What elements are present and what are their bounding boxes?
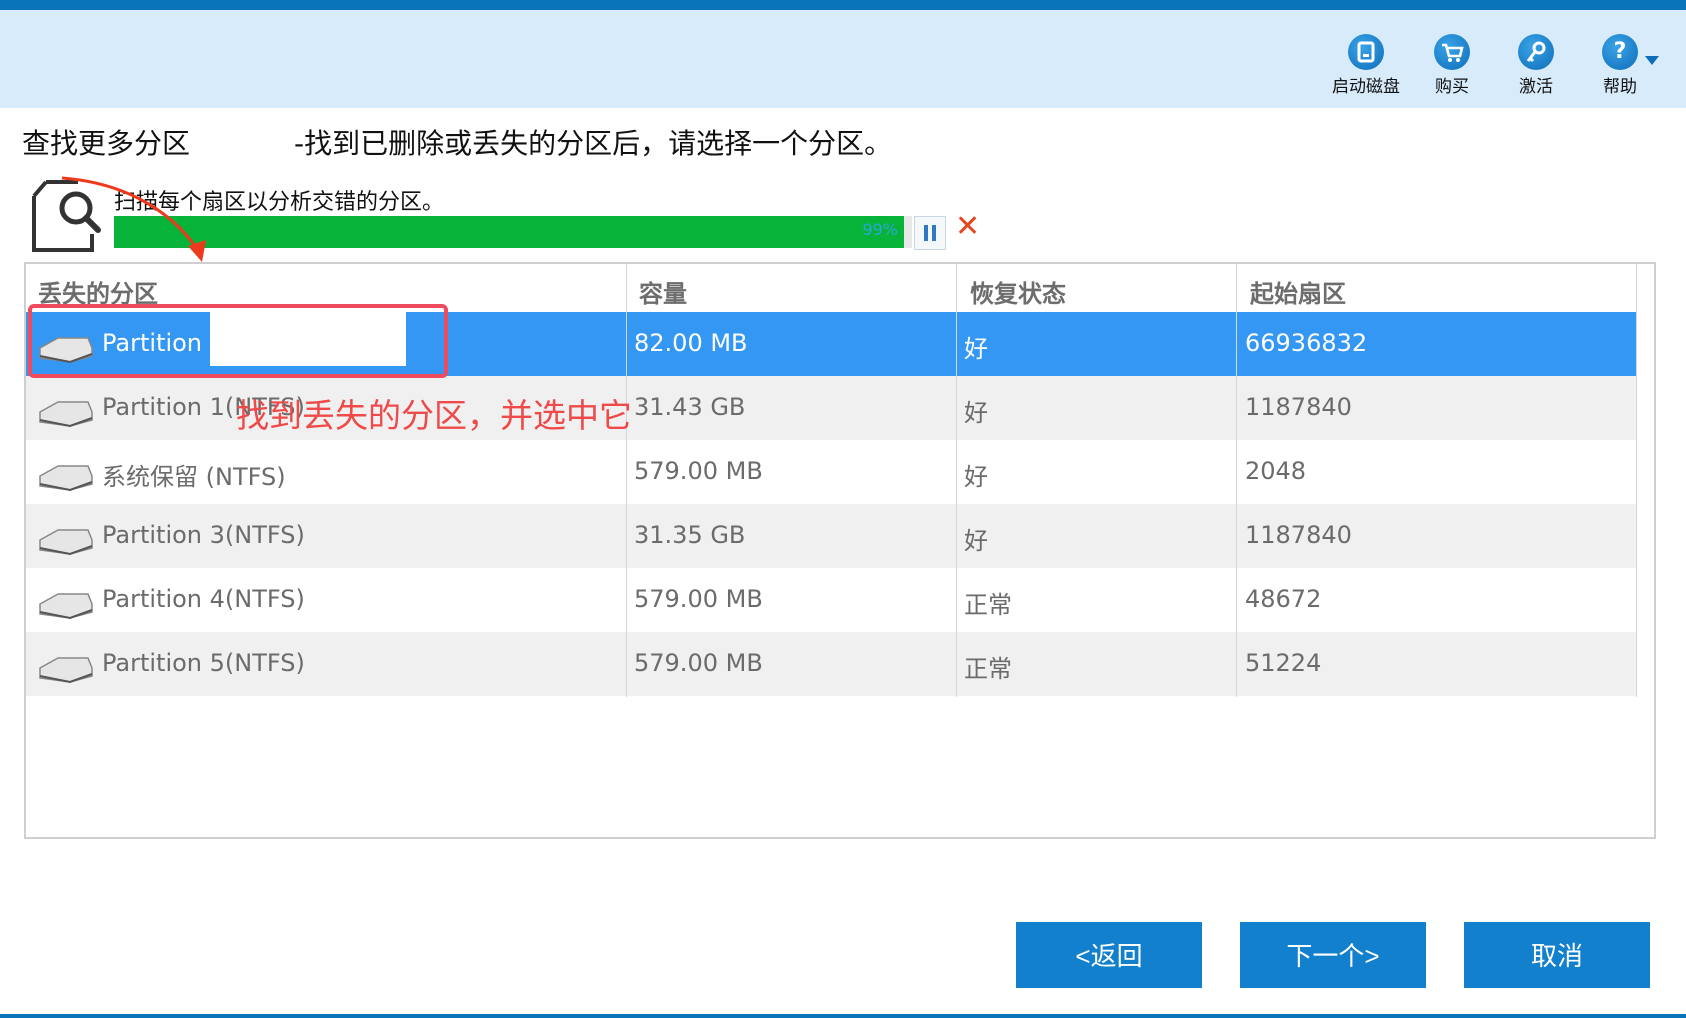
table-row[interactable]: Partition 5(NTFS) 579.00 MB 正常 51224 bbox=[26, 632, 1636, 696]
partition-start-sector: 1187840 bbox=[1245, 521, 1352, 549]
page-subtitle: -找到已删除或丢失的分区后，请选择一个分区。 bbox=[294, 127, 893, 160]
next-button[interactable]: 下一个> bbox=[1240, 922, 1426, 988]
annotation-arrow-icon bbox=[61, 176, 206, 262]
page-title: 查找更多分区 bbox=[22, 127, 191, 160]
key-icon bbox=[1518, 34, 1554, 70]
partition-start-sector: 1187840 bbox=[1245, 393, 1352, 421]
partition-capacity: 31.43 GB bbox=[634, 393, 746, 421]
window-top-border bbox=[0, 0, 1686, 10]
window-bottom-border bbox=[0, 1014, 1686, 1018]
buy-button[interactable]: 购买 bbox=[1407, 34, 1497, 97]
activate-label: 激活 bbox=[1519, 77, 1553, 97]
partition-name: Partition 5(NTFS) bbox=[102, 649, 305, 677]
partition-start-sector: 2048 bbox=[1245, 457, 1307, 485]
column-divider bbox=[956, 264, 957, 697]
annotation-text: 找到丢失的分区，并选中它 bbox=[236, 396, 632, 435]
partition-status: 正常 bbox=[964, 591, 1012, 619]
cancel-button[interactable]: 取消 bbox=[1464, 922, 1650, 988]
back-button[interactable]: <返回 bbox=[1016, 922, 1202, 988]
partition-name: Partition 3(NTFS) bbox=[102, 521, 305, 549]
scan-progress-percent: 99% bbox=[862, 220, 898, 239]
partition-status: 好 bbox=[964, 335, 988, 363]
partition-capacity: 579.00 MB bbox=[634, 585, 763, 613]
buy-label: 购买 bbox=[1435, 77, 1469, 97]
column-header-status[interactable]: 恢复状态 bbox=[970, 274, 1066, 309]
column-divider bbox=[626, 264, 627, 697]
partition-capacity: 579.00 MB bbox=[634, 649, 763, 677]
boot-disk-icon bbox=[1348, 34, 1384, 70]
disk-icon bbox=[39, 657, 93, 684]
help-label: 帮助 bbox=[1603, 77, 1637, 97]
column-divider bbox=[1236, 264, 1237, 697]
partition-capacity: 579.00 MB bbox=[634, 457, 763, 485]
table-row[interactable]: Partition 4(NTFS) 579.00 MB 正常 48672 bbox=[26, 568, 1636, 632]
disk-icon bbox=[39, 401, 93, 428]
partition-capacity: 82.00 MB bbox=[634, 329, 748, 357]
disk-icon bbox=[39, 529, 93, 556]
partition-start-sector: 66936832 bbox=[1245, 329, 1368, 357]
partition-start-sector: 51224 bbox=[1245, 649, 1322, 677]
table-row[interactable]: Partition 3(NTFS) 31.35 GB 好 1187840 bbox=[26, 504, 1636, 568]
partition-capacity: 31.35 GB bbox=[634, 521, 746, 549]
partition-status: 好 bbox=[964, 527, 988, 555]
column-header-start-sector[interactable]: 起始扇区 bbox=[1250, 274, 1346, 309]
partition-name: Partition 4(NTFS) bbox=[102, 585, 305, 613]
boot-disk-label: 启动磁盘 bbox=[1332, 77, 1400, 97]
activate-button[interactable]: 激活 bbox=[1491, 34, 1581, 97]
help-icon: ? bbox=[1602, 34, 1638, 70]
stop-scan-icon[interactable]: ✕ bbox=[955, 212, 980, 242]
column-divider bbox=[1636, 264, 1637, 697]
partition-name: 系统保留 (NTFS) bbox=[102, 463, 286, 491]
partition-status: 好 bbox=[964, 399, 988, 427]
scan-progress-bar: 99% bbox=[114, 216, 912, 248]
annotation-highlight-box bbox=[28, 304, 448, 378]
partition-status: 正常 bbox=[964, 655, 1012, 683]
column-header-capacity[interactable]: 容量 bbox=[639, 274, 687, 309]
cart-icon bbox=[1434, 34, 1470, 70]
table-row[interactable]: 系统保留 (NTFS) 579.00 MB 好 2048 bbox=[26, 440, 1636, 504]
pause-button[interactable] bbox=[914, 216, 946, 250]
scan-progress-fill bbox=[114, 216, 905, 248]
boot-disk-button[interactable]: 启动磁盘 bbox=[1321, 34, 1411, 97]
help-button[interactable]: ? 帮助 bbox=[1575, 34, 1665, 97]
disk-icon bbox=[39, 465, 93, 492]
help-dropdown-icon[interactable] bbox=[1645, 56, 1659, 65]
partition-start-sector: 48672 bbox=[1245, 585, 1322, 613]
disk-icon bbox=[39, 593, 93, 620]
partition-status: 好 bbox=[964, 463, 988, 491]
